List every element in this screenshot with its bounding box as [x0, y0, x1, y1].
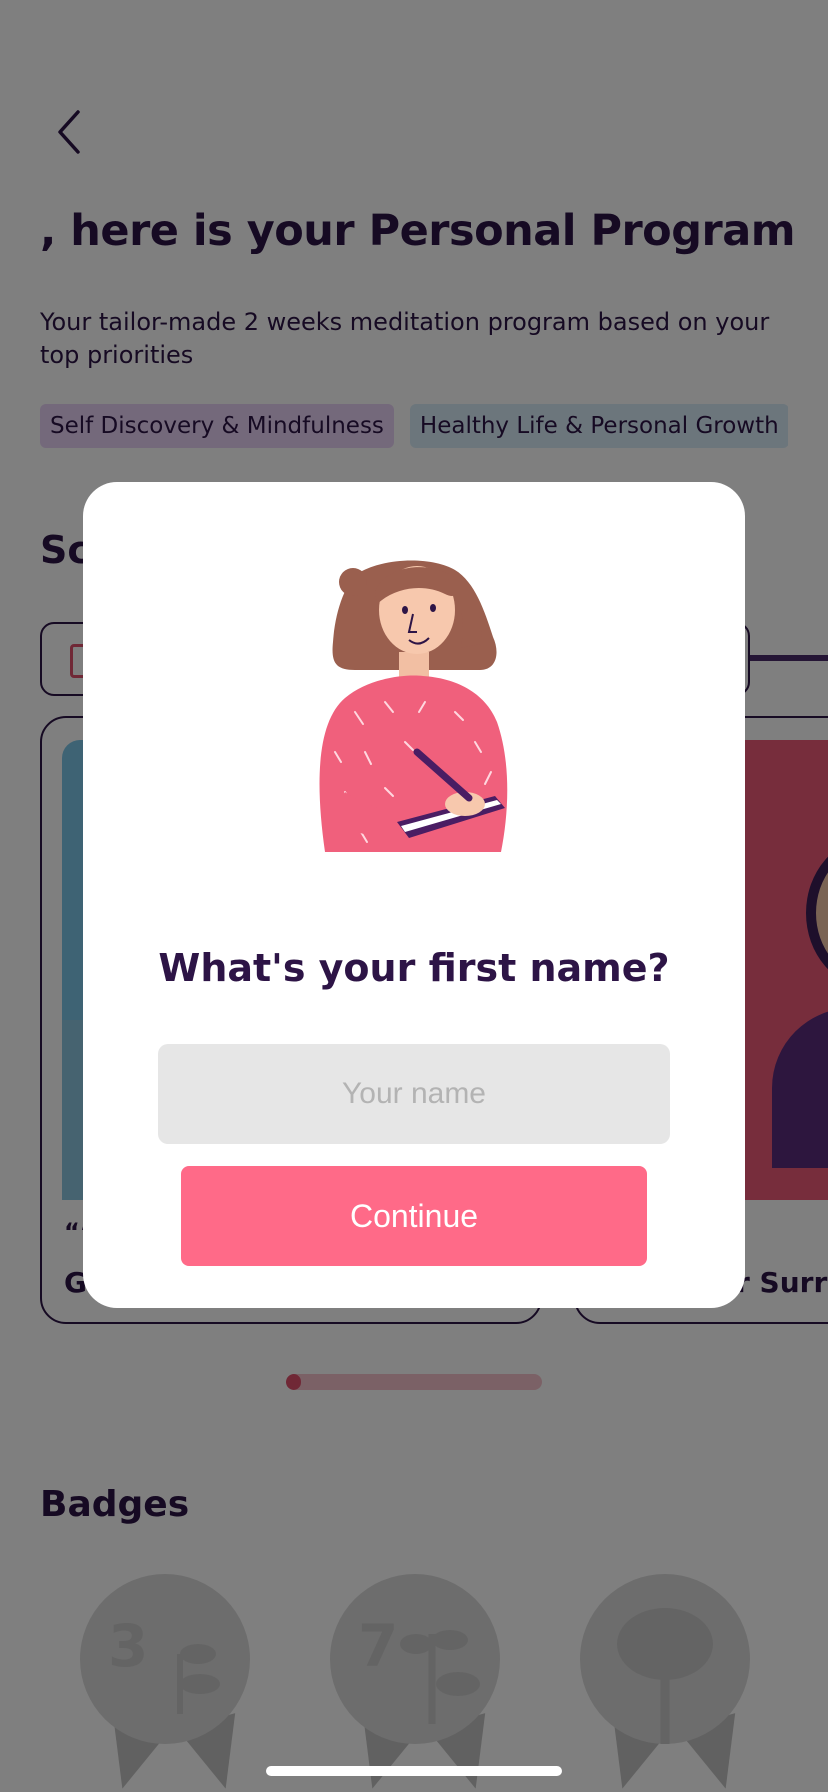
home-indicator[interactable]: [266, 1766, 562, 1776]
first-name-input[interactable]: [158, 1044, 670, 1144]
modal-title: What's your first name?: [158, 946, 670, 990]
woman-writing-illustration: [319, 560, 508, 852]
continue-button[interactable]: Continue: [181, 1166, 647, 1266]
name-prompt-dialog: What's your first name? Continue: [83, 482, 745, 1308]
